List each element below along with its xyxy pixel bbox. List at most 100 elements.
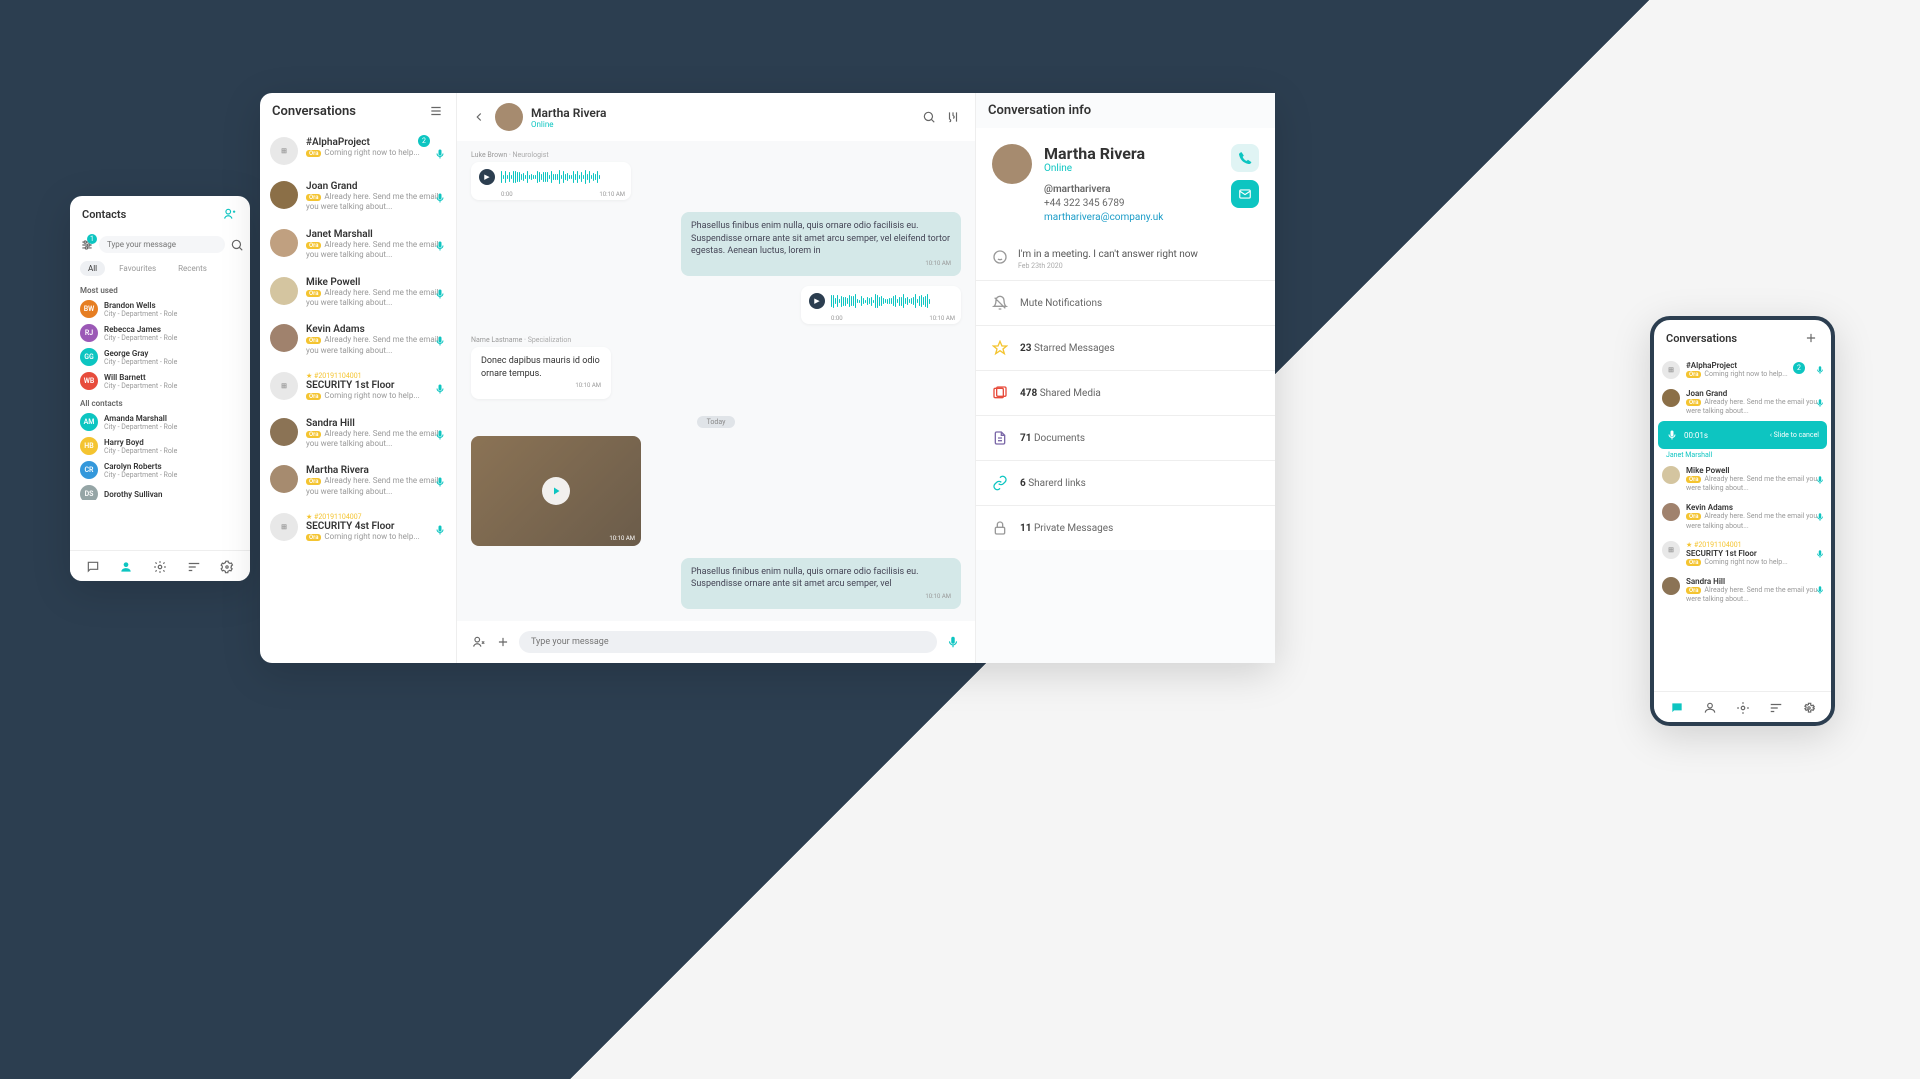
tab-favourites[interactable]: Favourites <box>111 261 164 276</box>
search-icon[interactable] <box>230 237 244 253</box>
message-bubble: Phasellus finibus enim nulla, quis ornar… <box>681 558 961 610</box>
avatar: GG <box>80 348 98 366</box>
play-icon[interactable]: ▶ <box>479 169 495 185</box>
tab-all[interactable]: All <box>80 261 105 276</box>
conversation-item[interactable]: ⊞ #20191104001SECURITY 1st FloorOraComin… <box>260 364 456 409</box>
conversation-item[interactable]: Mike PowellOraAlready here. Send me the … <box>1654 461 1831 498</box>
shared-media[interactable]: 478 Shared Media <box>976 370 1275 415</box>
avatar: DS <box>80 485 98 500</box>
emoji-status-icon <box>992 249 1008 265</box>
group-icon: ⊞ <box>1662 541 1680 559</box>
waveform[interactable] <box>501 168 623 186</box>
nav-chat-icon[interactable] <box>86 559 100 573</box>
avatar <box>270 324 298 352</box>
emoji-icon[interactable] <box>471 634 487 650</box>
main-panel: Conversations ⊞ #AlphaProjectOraComing r… <box>260 93 1275 663</box>
contacts-title: Contacts <box>82 208 126 221</box>
chat-name: Martha Rivera <box>531 106 913 120</box>
attach-icon[interactable] <box>495 634 511 650</box>
profile-status: Online <box>1044 163 1219 174</box>
mic-icon[interactable] <box>945 634 961 650</box>
profile-avatar[interactable] <box>992 144 1032 184</box>
audio-message-out: ▶ 0:00 10:10 AM <box>801 286 961 324</box>
chat-status: Online <box>531 120 913 129</box>
call-button[interactable] <box>1231 144 1259 172</box>
status-message: I'm in a meeting. I can't answer right n… <box>976 239 1275 280</box>
avatar <box>270 181 298 209</box>
avatar <box>270 465 298 493</box>
nav-sort-icon[interactable] <box>187 559 201 573</box>
group-icon: ⊞ <box>270 137 298 165</box>
nav-contacts-icon[interactable] <box>1703 700 1717 714</box>
avatar: BW <box>80 300 98 318</box>
chat-filter-icon[interactable] <box>945 109 961 125</box>
starred-messages[interactable]: 23 Starred Messages <box>976 325 1275 370</box>
contacts-bottom-nav <box>70 550 250 581</box>
mobile-panel: Conversations ⊞ #AlphaProjectOraComing r… <box>1650 316 1835 726</box>
contact-item[interactable]: WB Will BarnettCity - Department - Role <box>70 369 250 393</box>
contact-item[interactable]: GG George GrayCity - Department - Role <box>70 345 250 369</box>
message-input[interactable] <box>519 631 937 653</box>
contact-item[interactable]: DS Dorothy Sullivan <box>70 482 250 500</box>
author-label: Luke Brown · Neurologist <box>471 151 961 159</box>
conversation-item[interactable]: ⊞ #20191104007SECURITY 4st FloorOraComin… <box>260 505 456 550</box>
nav-gear-icon[interactable] <box>220 559 234 573</box>
star-icon <box>992 340 1008 356</box>
conversation-item[interactable]: Joan GrandOraAlready here. Send me the e… <box>260 173 456 221</box>
search-input[interactable] <box>99 236 225 253</box>
conversation-item[interactable]: Sandra HillOraAlready here. Send me the … <box>260 410 456 458</box>
conversation-item[interactable]: ⊞ #AlphaProjectOraComing right now to he… <box>1654 356 1831 384</box>
nav-settings-icon[interactable] <box>1736 700 1750 714</box>
contact-item[interactable]: BW Brandon WellsCity - Department - Role <box>70 297 250 321</box>
profile-handle: @martharivera <box>1044 184 1219 195</box>
tab-recents[interactable]: Recents <box>170 261 215 276</box>
conversation-item[interactable]: Joan GrandOraAlready here. Send me the e… <box>1654 384 1831 421</box>
avatar <box>270 229 298 257</box>
profile-name: Martha Rivera <box>1044 144 1219 163</box>
conversation-item[interactable]: ⊞ #AlphaProjectOraComing right now to he… <box>260 129 456 173</box>
group-icon: ⊞ <box>1662 361 1680 379</box>
filter-icon[interactable] <box>80 237 94 253</box>
waveform[interactable] <box>831 292 953 310</box>
play-video-icon[interactable] <box>542 477 570 505</box>
conversation-item[interactable]: Kevin AdamsOraAlready here. Send me the … <box>260 316 456 364</box>
chat-avatar[interactable] <box>495 103 523 131</box>
avatar <box>270 277 298 305</box>
profile-email[interactable]: martharivera@company.uk <box>1044 212 1219 223</box>
nav-settings-icon[interactable] <box>153 559 167 573</box>
avatar: RJ <box>80 324 98 342</box>
nav-chat-icon[interactable] <box>1670 700 1684 714</box>
add-icon[interactable] <box>1803 330 1819 346</box>
conversation-item[interactable]: Mike PowellOraAlready here. Send me the … <box>260 269 456 317</box>
private-messages[interactable]: 11 Private Messages <box>976 505 1275 550</box>
conversations-title: Conversations <box>272 104 356 119</box>
nav-contacts-icon[interactable] <box>119 559 133 573</box>
conversation-info-panel: Conversation info Martha Rivera Online @… <box>975 93 1275 663</box>
email-button[interactable] <box>1231 180 1259 208</box>
search-chat-icon[interactable] <box>921 109 937 125</box>
mobile-bottom-nav <box>1654 691 1831 722</box>
conversation-item[interactable]: ⊞ #20191104001SECURITY 1st FloorOraComin… <box>1654 536 1831 572</box>
contact-item[interactable]: CR Carolyn RobertsCity - Department - Ro… <box>70 458 250 482</box>
play-icon[interactable]: ▶ <box>809 293 825 309</box>
conversation-item[interactable]: Sandra HillOraAlready here. Send me the … <box>1654 572 1831 609</box>
group-icon: ⊞ <box>270 513 298 541</box>
avatar: AM <box>80 413 98 431</box>
avatar <box>1662 577 1680 595</box>
conversation-item[interactable]: Janet MarshallOraAlready here. Send me t… <box>260 221 456 269</box>
conversation-item[interactable]: Kevin AdamsOraAlready here. Send me the … <box>1654 498 1831 535</box>
nav-sort-icon[interactable] <box>1769 700 1783 714</box>
contact-item[interactable]: AM Amanda MarshallCity - Department - Ro… <box>70 410 250 434</box>
contact-item[interactable]: HB Harry BoydCity - Department - Role <box>70 434 250 458</box>
mic-icon <box>1666 429 1678 441</box>
menu-icon[interactable] <box>428 103 444 119</box>
contact-item[interactable]: RJ Rebecca JamesCity - Department - Role <box>70 321 250 345</box>
mute-notifications[interactable]: Mute Notifications <box>976 280 1275 325</box>
documents[interactable]: 71 Documents <box>976 415 1275 460</box>
back-icon[interactable] <box>471 109 487 125</box>
nav-gear-icon[interactable] <box>1802 700 1816 714</box>
recording-item[interactable]: 00:01s‹ Slide to cancel <box>1658 421 1827 449</box>
add-contact-icon[interactable] <box>222 206 238 222</box>
shared-links[interactable]: 6 Sharerd links <box>976 460 1275 505</box>
conversation-item[interactable]: Martha RiveraOraAlready here. Send me th… <box>260 457 456 505</box>
